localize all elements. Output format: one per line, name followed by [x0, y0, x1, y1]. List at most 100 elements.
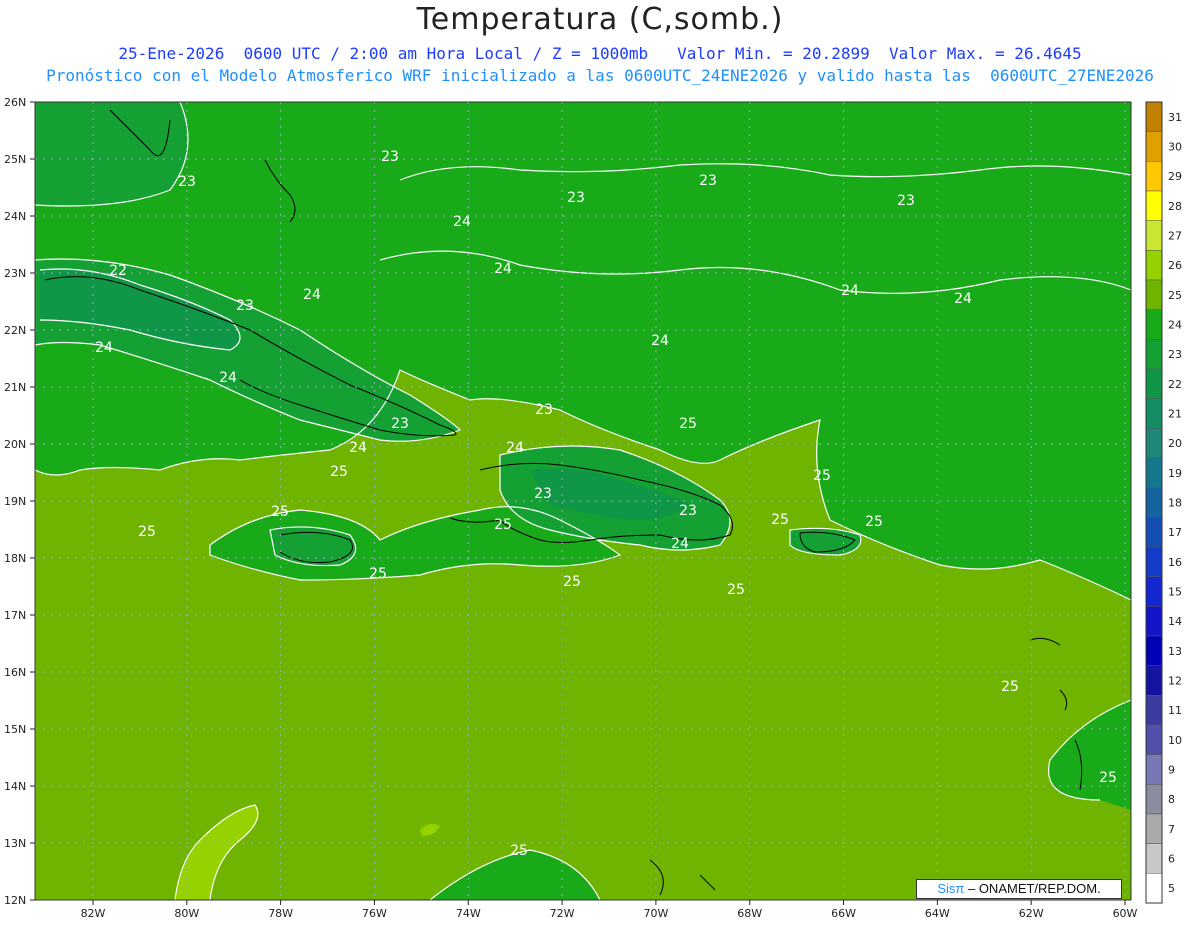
colorbar-swatch: [1145, 101, 1163, 132]
colorbar-swatch: [1145, 131, 1163, 162]
lat-tick-label: 20N: [4, 438, 26, 451]
contour-label: 24: [651, 333, 669, 349]
colorbar-label: 25: [1168, 289, 1182, 302]
colorbar-swatch: [1145, 754, 1163, 785]
contour-label: 22: [109, 263, 127, 279]
lat-tick-label: 12N: [4, 894, 26, 907]
colorbar-swatch: [1145, 428, 1163, 459]
contour-label: 23: [535, 402, 553, 418]
contour-label: 25: [369, 566, 387, 582]
colorbar-label: 9: [1168, 764, 1175, 777]
temp-region-23: [35, 102, 188, 206]
contour-label: 25: [494, 517, 512, 533]
colorbar-label: 23: [1168, 348, 1182, 361]
lat-tick-label: 24N: [4, 210, 26, 223]
contour-label: 23: [381, 149, 399, 165]
colorbar-swatch: [1145, 843, 1163, 874]
colorbar-swatch: [1145, 635, 1163, 666]
colorbar-label: 26: [1168, 259, 1182, 272]
lat-tick-label: 25N: [4, 153, 26, 166]
contour-label: 24: [671, 536, 689, 552]
lat-tick-label: 22N: [4, 324, 26, 337]
contour-label: 25: [330, 464, 348, 480]
colorbar-label: 22: [1168, 378, 1182, 391]
contour-label: 24: [95, 340, 113, 356]
colorbar-label: 31: [1168, 111, 1182, 124]
contour-label: 23: [534, 486, 552, 502]
temperature-map: 23232323232424242424 24242223242323242525…: [4, 96, 1182, 920]
colorbar-swatch: [1145, 368, 1163, 399]
colorbar-label: 8: [1168, 793, 1175, 806]
colorbar-swatch: [1145, 724, 1163, 755]
temperature-field: [35, 102, 1131, 900]
contour-label: 25: [510, 843, 528, 859]
lat-tick-label: 13N: [4, 837, 26, 850]
colorbar-swatch: [1145, 398, 1163, 429]
lat-tick-label: 15N: [4, 723, 26, 736]
contour-label: 25: [271, 504, 289, 520]
lat-tick-label: 14N: [4, 780, 26, 793]
contour-label: 25: [727, 582, 745, 598]
colorbar-label: 17: [1168, 526, 1182, 539]
temperature-colorbar: 31 30 29 28 27 26 25 24 23 22 21 20 19 18 17 16 15 14 13 12…: [1145, 101, 1182, 904]
contour-label: 24: [494, 261, 512, 277]
contour-label: 24: [219, 370, 237, 386]
colorbar-label: 12: [1168, 675, 1182, 688]
colorbar-label: 28: [1168, 200, 1182, 213]
colorbar-swatch: [1145, 161, 1163, 192]
contour-label: 25: [771, 512, 789, 528]
colorbar-swatch: [1145, 279, 1163, 310]
lon-tick-label: 72W: [550, 907, 575, 920]
credit-text: – ONAMET/REP.DOM.: [964, 881, 1101, 896]
colorbar-label: 6: [1168, 853, 1175, 866]
colorbar-swatch: [1145, 190, 1163, 221]
lon-tick-label: 68W: [737, 907, 762, 920]
colorbar-label: 16: [1168, 556, 1182, 569]
contour-label: 23: [178, 174, 196, 190]
credit-box: Sisπ – ONAMET/REP.DOM.: [916, 879, 1122, 899]
lon-tick-label: 74W: [456, 907, 481, 920]
colorbar-label: 27: [1168, 230, 1182, 243]
contour-label: 23: [236, 298, 254, 314]
colorbar-label: 20: [1168, 437, 1182, 450]
contour-label: 23: [679, 503, 697, 519]
colorbar-label: 14: [1168, 615, 1182, 628]
colorbar-swatch: [1145, 784, 1163, 815]
colorbar-swatch: [1145, 695, 1163, 726]
lon-tick-label: 76W: [362, 907, 387, 920]
lon-tick-label: 78W: [268, 907, 293, 920]
lat-tick-label: 23N: [4, 267, 26, 280]
lon-tick-label: 70W: [643, 907, 668, 920]
lon-tick-label: 60W: [1113, 907, 1138, 920]
colorbar-swatch: [1145, 546, 1163, 577]
lat-tick-label: 21N: [4, 381, 26, 394]
colorbar-swatch: [1145, 220, 1163, 251]
contour-label: 24: [349, 440, 367, 456]
lon-tick-label: 66W: [831, 907, 856, 920]
contour-label: 23: [391, 416, 409, 432]
contour-label: 24: [841, 283, 859, 299]
contour-label: 25: [1001, 679, 1019, 695]
lon-tick-label: 64W: [925, 907, 950, 920]
lon-tick-label: 82W: [81, 907, 106, 920]
lon-tick-label: 62W: [1019, 907, 1044, 920]
colorbar-label: 21: [1168, 408, 1182, 421]
contour-label: 25: [138, 524, 156, 540]
colorbar-swatch: [1145, 873, 1163, 904]
contour-label: 24: [303, 287, 321, 303]
colorbar-swatch: [1145, 250, 1163, 281]
colorbar-label: 7: [1168, 823, 1175, 836]
colorbar-label: 13: [1168, 645, 1182, 658]
colorbar-label: 24: [1168, 319, 1182, 332]
colorbar-swatch: [1145, 309, 1163, 340]
colorbar-swatch: [1145, 339, 1163, 370]
colorbar-swatch: [1145, 576, 1163, 607]
contour-label: 23: [699, 173, 717, 189]
lat-tick-label: 16N: [4, 666, 26, 679]
colorbar-swatch: [1145, 813, 1163, 844]
longitude-axis: 82W 80W 78W 76W 74W 72W 70W 68W 66W 64W 62W 60W: [81, 900, 1138, 920]
colorbar-label: 30: [1168, 141, 1182, 154]
colorbar-swatch: [1145, 487, 1163, 518]
colorbar-label: 10: [1168, 734, 1182, 747]
colorbar-label: 29: [1168, 170, 1182, 183]
